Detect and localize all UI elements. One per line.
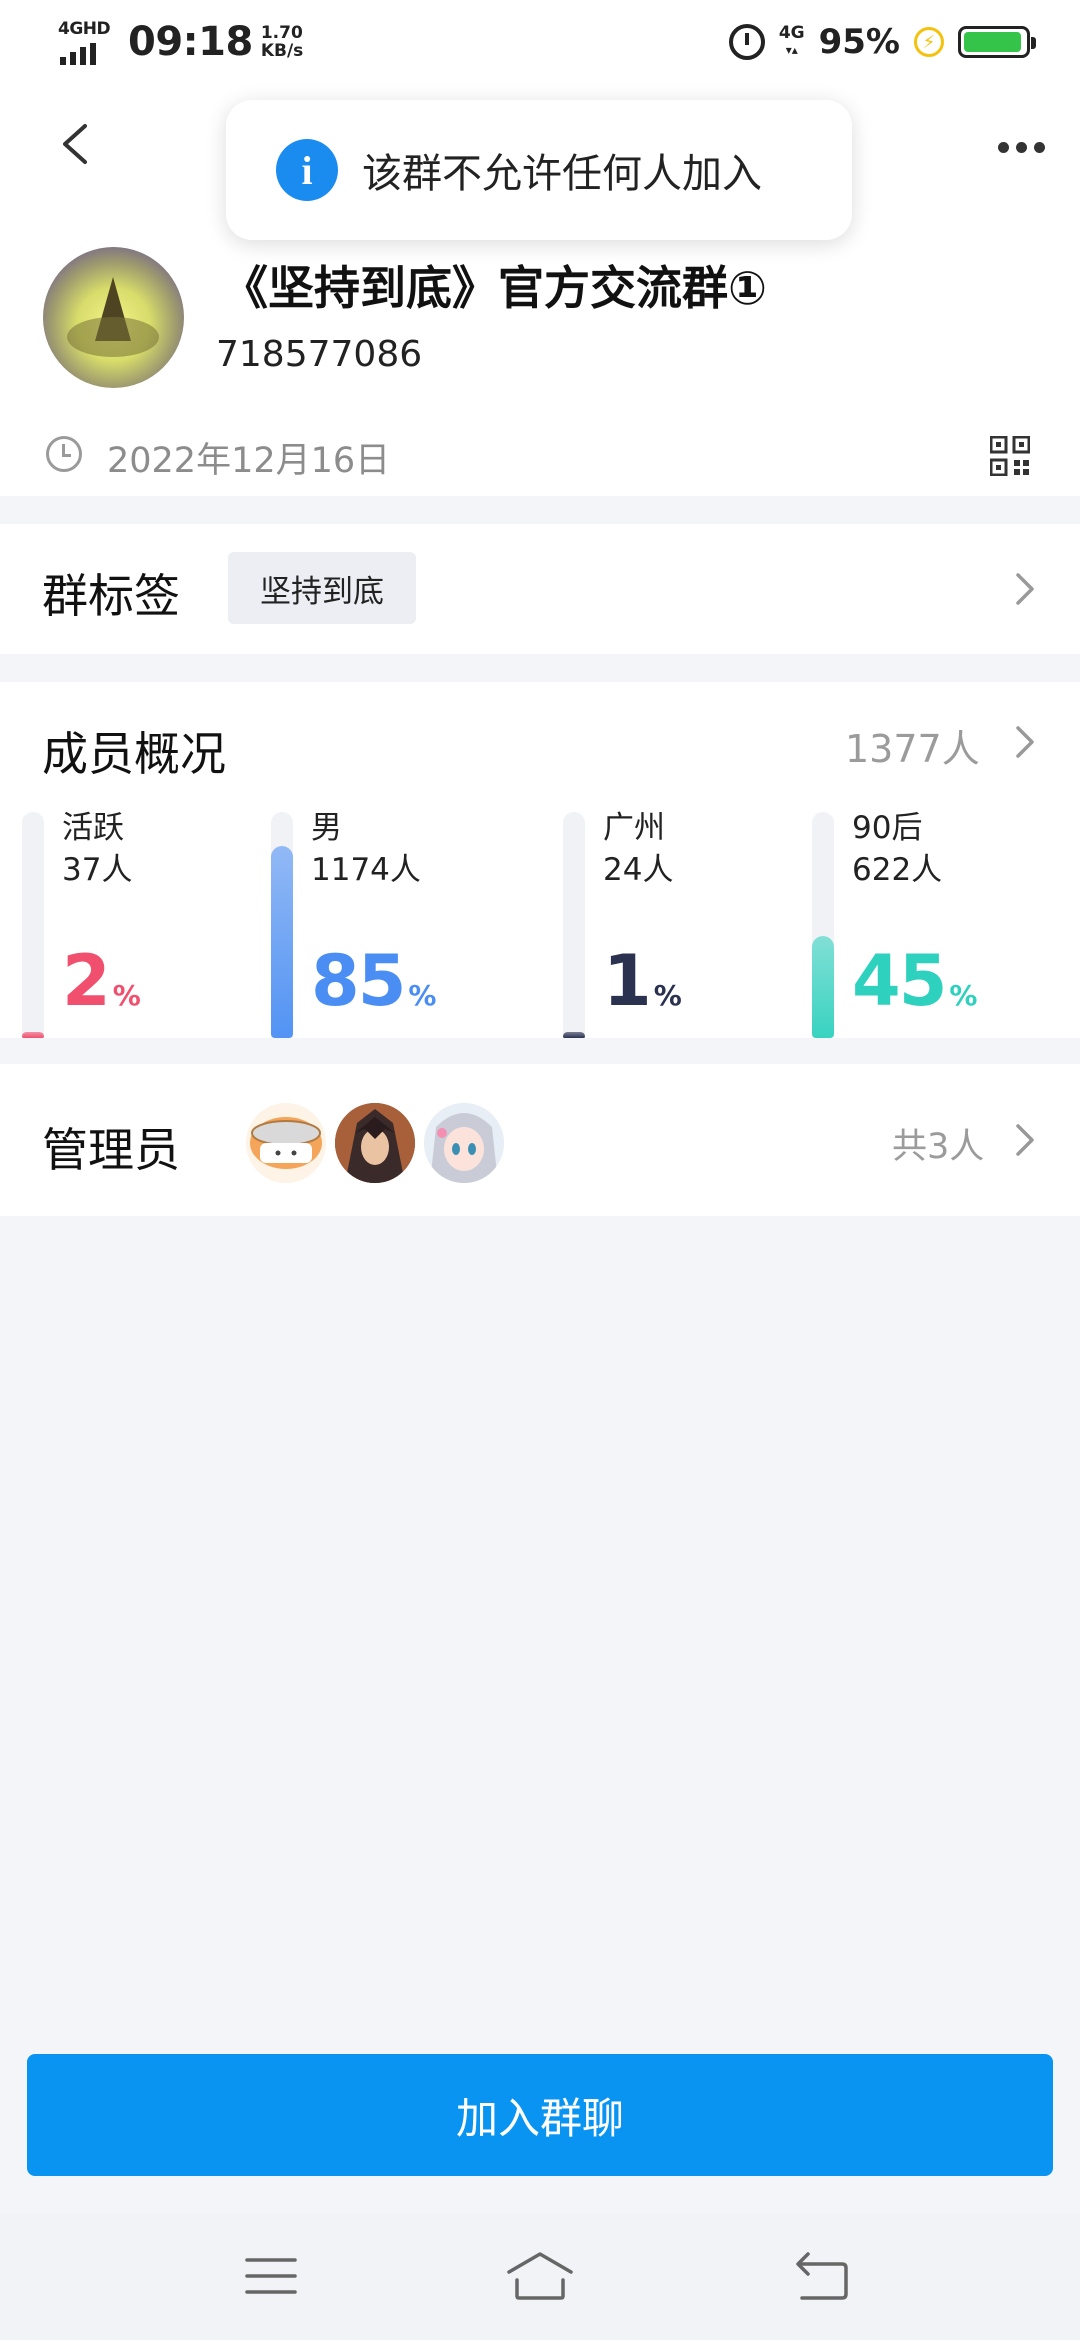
- group-name: 《坚持到底》官方交流群①: [222, 261, 767, 315]
- member-overview-title: 成员概况: [42, 727, 226, 781]
- stat-bar: [271, 845, 293, 1038]
- network-type: 4GHD: [58, 19, 111, 39]
- network-speed: 1.70 KB/s: [261, 24, 303, 60]
- cellular-signal-icon: 4GHD: [58, 19, 116, 65]
- clock-icon: [46, 436, 82, 472]
- admins-total: 共3人: [892, 1127, 985, 1167]
- stat-bar: [563, 1032, 585, 1038]
- stat-percent-value: 1: [603, 940, 652, 1022]
- charging-bolt-icon: ⚡: [914, 27, 944, 57]
- group-tag-chip: 坚持到底: [228, 552, 416, 624]
- member-total: 1377人: [845, 727, 980, 771]
- member-stat-male: 男 1174人 85%: [271, 810, 471, 1038]
- home-icon[interactable]: [505, 2250, 575, 2302]
- member-overview[interactable]: 成员概况 1377人 活跃 37人 2% 男 1174人 85% 广州 24人 …: [0, 682, 1080, 1038]
- network-speed-value: 1.70: [260, 23, 303, 43]
- toast-notification: i 该群不允许任何人加入: [226, 100, 852, 240]
- stat-bar: [22, 1032, 44, 1038]
- menu-icon[interactable]: [243, 2250, 299, 2302]
- group-header: i 该群不允许任何人加入 《坚持到底》官方交流群① 718577086 2022…: [0, 84, 1080, 496]
- status-time: 09:18: [128, 19, 253, 65]
- battery-percent: 95%: [818, 22, 900, 62]
- toast-message: 该群不允许任何人加入: [362, 151, 762, 197]
- stat-count: 1174人: [311, 852, 421, 888]
- stat-percent-value: 85: [311, 940, 406, 1022]
- cat-can-avatar-icon: [250, 1117, 322, 1169]
- stat-percent-sign: %: [949, 979, 978, 1012]
- stat-percent: 2%: [62, 940, 141, 1022]
- qr-code-icon[interactable]: [990, 436, 1030, 476]
- admin-avatar[interactable]: [243, 1100, 329, 1186]
- stat-percent-value: 2: [62, 940, 111, 1022]
- anime-character-avatar-icon: [335, 1103, 415, 1183]
- member-stat-city: 广州 24人 1%: [563, 810, 763, 1038]
- admin-avatar[interactable]: [421, 1100, 507, 1186]
- mobile-data-label: 4G: [778, 23, 805, 43]
- group-tags-row[interactable]: 群标签 坚持到底: [0, 524, 1080, 654]
- back-arrow-icon[interactable]: [55, 122, 99, 166]
- alarm-icon: [728, 24, 765, 60]
- stat-count: 622人: [852, 852, 943, 888]
- battery-fill: [964, 32, 1021, 52]
- stat-percent: 85%: [311, 940, 436, 1022]
- stat-count: 24人: [603, 852, 674, 888]
- chevron-right-icon: [1016, 1124, 1034, 1156]
- join-group-button[interactable]: 加入群聊: [27, 2054, 1053, 2176]
- stat-count: 37人: [62, 852, 133, 888]
- stat-track: [812, 812, 834, 1038]
- stat-percent-sign: %: [112, 979, 141, 1012]
- admins-row[interactable]: 管理员 共3人: [0, 1064, 1080, 1216]
- chevron-right-icon: [1016, 573, 1034, 605]
- info-icon: i: [276, 139, 338, 201]
- more-options-icon[interactable]: [998, 142, 1045, 153]
- admins-title: 管理员: [42, 1123, 180, 1177]
- member-stat-age: 90后 622人 45%: [812, 810, 1012, 1038]
- system-nav-bar: [0, 2214, 1080, 2340]
- status-left: 4GHD 09:18 1.70 KB/s: [58, 19, 303, 65]
- stat-label: 男: [311, 810, 342, 846]
- stat-label: 活跃: [62, 810, 124, 846]
- stat-percent: 45%: [852, 940, 977, 1022]
- group-tags-title: 群标签: [42, 569, 180, 623]
- admin-avatar[interactable]: [332, 1100, 418, 1186]
- network-speed-unit: KB/s: [260, 41, 304, 61]
- stat-percent: 1%: [603, 940, 682, 1022]
- stat-label: 90后: [852, 810, 923, 846]
- stat-track: [271, 812, 293, 1038]
- status-bar: 4GHD 09:18 1.70 KB/s 4G ▾▴ 95% ⚡: [0, 0, 1080, 84]
- stat-track: [22, 812, 44, 1038]
- stat-bar: [812, 936, 834, 1038]
- return-icon[interactable]: [794, 2250, 850, 2302]
- chevron-right-icon: [1016, 726, 1034, 758]
- anime-girl-avatar-icon: [424, 1103, 504, 1183]
- stat-track: [563, 812, 585, 1038]
- stat-percent-value: 45: [852, 940, 947, 1022]
- group-created-date: 2022年12月16日: [107, 441, 391, 481]
- member-stat-active: 活跃 37人 2%: [22, 810, 222, 1038]
- group-id: 718577086: [216, 334, 423, 375]
- group-avatar[interactable]: [43, 247, 184, 388]
- status-right: 4G ▾▴ 95% ⚡: [728, 22, 1036, 62]
- stat-percent-sign: %: [408, 979, 437, 1012]
- stat-percent-sign: %: [653, 979, 682, 1012]
- mobile-data-icon: 4G ▾▴: [778, 23, 805, 58]
- battery-icon: [958, 26, 1036, 58]
- stat-label: 广州: [603, 810, 665, 846]
